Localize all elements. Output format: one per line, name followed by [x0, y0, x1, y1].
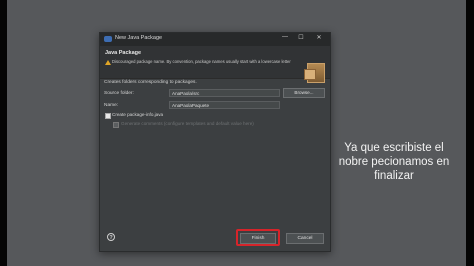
wizard-header-title: Java Package: [105, 50, 142, 56]
source-folder-label: Source folder:: [104, 91, 134, 96]
create-package-info-checkbox[interactable]: [105, 113, 111, 119]
wizard-warning-message: Discouraged package name. By convention,…: [112, 59, 291, 64]
close-icon[interactable]: ✕: [314, 34, 324, 41]
minimize-icon[interactable]: —: [280, 34, 290, 40]
warning-icon: [105, 60, 111, 65]
browse-button[interactable]: Browse...: [283, 88, 325, 98]
finish-highlight-box: [236, 229, 280, 246]
right-black-bar: [466, 0, 474, 266]
package-wizard-icon: [304, 63, 325, 83]
create-package-info-label: Create package-info.java: [112, 112, 164, 117]
wizard-description: Creates folders corresponding to package…: [104, 80, 197, 85]
new-java-package-dialog: New Java Package — ☐ ✕ Java Package Disc…: [99, 32, 331, 252]
dialog-title: New Java Package: [115, 35, 163, 41]
generate-comments-checkbox[interactable]: [113, 122, 119, 128]
tutorial-caption: Ya que escribiste el nobre pecionamos en…: [338, 142, 450, 182]
wizard-header: Java Package Discouraged package name. B…: [100, 46, 330, 83]
eclipse-app-icon: [104, 36, 112, 42]
package-name-field[interactable]: AnaPaolaPaquete: [169, 101, 280, 109]
name-label: Name:: [104, 103, 119, 108]
cancel-button[interactable]: Cancel: [286, 233, 324, 244]
help-icon[interactable]: ?: [107, 233, 115, 241]
left-black-bar: [0, 0, 7, 266]
maximize-icon[interactable]: ☐: [296, 34, 306, 41]
source-folder-field[interactable]: AnaPaola/src: [169, 89, 280, 97]
generate-comments-label: Generate comments (configure templates a…: [121, 121, 254, 126]
dialog-titlebar: New Java Package — ☐ ✕: [100, 33, 330, 46]
